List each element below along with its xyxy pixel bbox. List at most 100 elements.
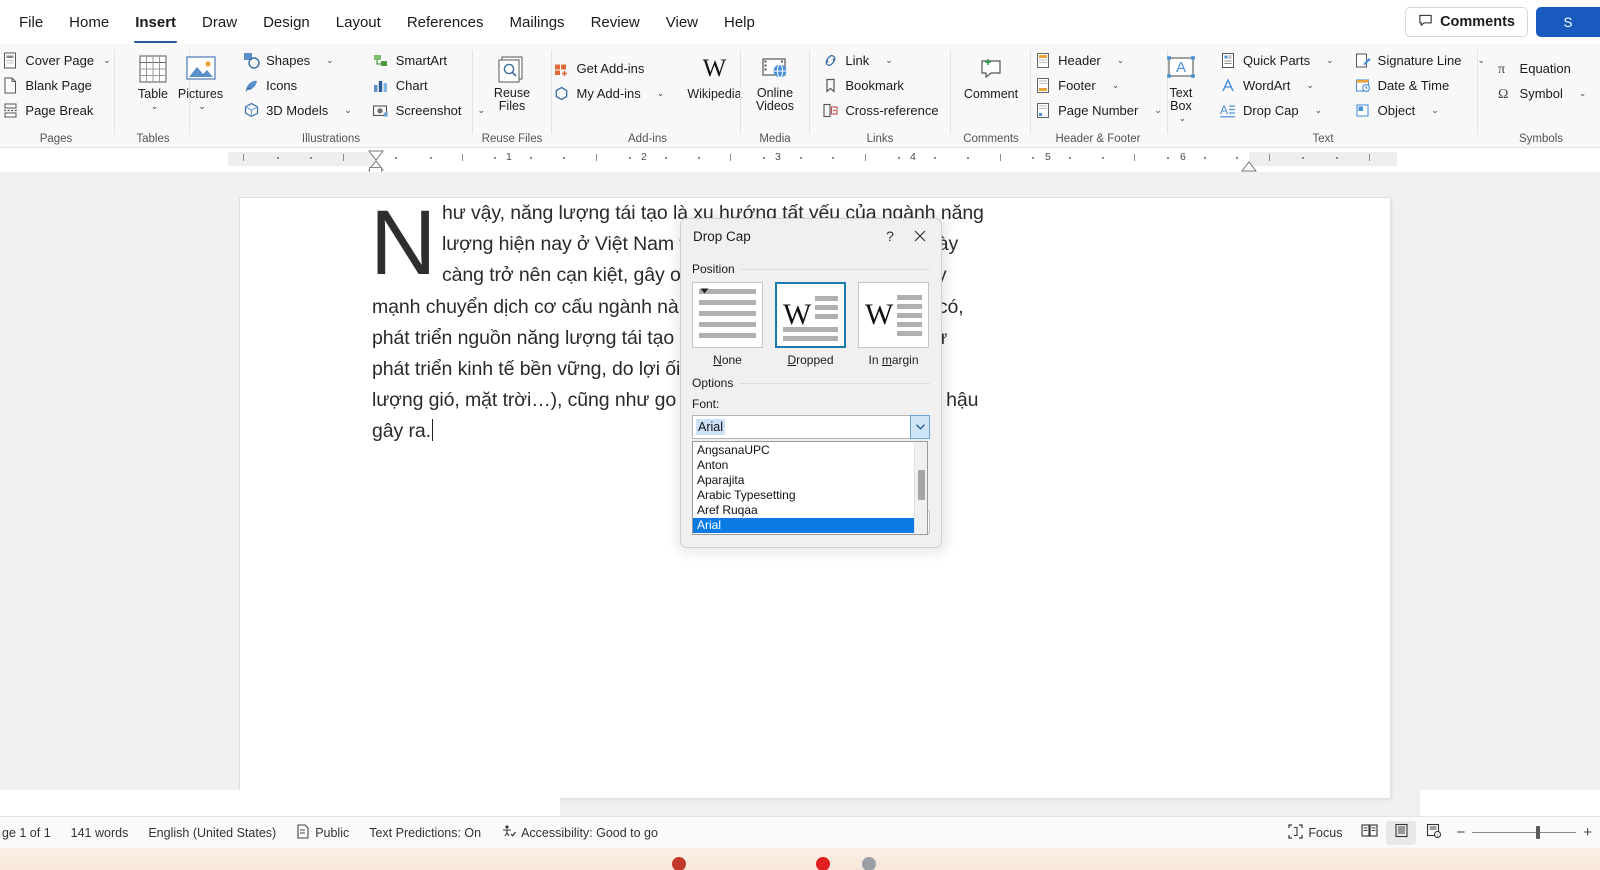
pictures-button[interactable]: Pictures ⌄ — [171, 48, 230, 115]
icons-button[interactable]: Icons — [236, 73, 358, 97]
font-option[interactable]: Anton — [693, 458, 914, 473]
chevron-down-icon[interactable]: ⌄ — [1117, 55, 1125, 66]
page-indicator[interactable]: ge 1 of 1 — [0, 820, 61, 846]
reuse-files-button[interactable]: Reuse Files — [476, 48, 548, 116]
header-button[interactable]: Header ⌄ — [1028, 48, 1168, 72]
tab-file[interactable]: File — [6, 7, 56, 37]
tab-layout[interactable]: Layout — [323, 7, 394, 37]
horizontal-ruler[interactable]: 1 2 3 4 5 6 — [0, 148, 1600, 172]
font-dropdown-list[interactable]: AngsanaUPC Anton Aparajita Arabic Typese… — [692, 441, 928, 535]
my-addins-button[interactable]: My Add-ins ⌄ — [546, 81, 670, 105]
position-option-dropped[interactable]: W Dropped — [775, 282, 846, 367]
3d-models-button[interactable]: 3D Models ⌄ — [236, 98, 358, 122]
text-box-button[interactable]: A Text Box ⌄ — [1155, 48, 1207, 127]
web-layout-button[interactable]: i — [1418, 821, 1448, 845]
position-option-in-margin[interactable]: W In margin — [858, 282, 929, 367]
chevron-down-icon[interactable]: ⌄ — [1306, 80, 1314, 91]
new-comment-button[interactable]: Comment — [957, 48, 1025, 104]
chevron-down-icon[interactable]: ⌄ — [885, 55, 893, 66]
accessibility-indicator[interactable]: Accessibility: Good to go — [491, 820, 668, 846]
print-layout-button[interactable] — [1386, 821, 1416, 845]
chevron-down-icon[interactable]: ⌄ — [344, 105, 352, 116]
position-option-none[interactable]: None — [692, 282, 763, 367]
drop-cap-button[interactable]: A Drop Cap ⌄ — [1213, 98, 1340, 122]
wordart-button[interactable]: WordArt ⌄ — [1213, 73, 1340, 97]
wikipedia-button[interactable]: W Wikipedia — [680, 48, 748, 104]
taskbar-icon[interactable] — [672, 857, 686, 870]
tab-references[interactable]: References — [394, 7, 497, 37]
zoom-thumb[interactable] — [1536, 826, 1540, 839]
tab-review[interactable]: Review — [578, 7, 653, 37]
chevron-down-icon[interactable]: ⌄ — [103, 55, 111, 66]
tab-view[interactable]: View — [653, 7, 711, 37]
font-option[interactable]: Aref Ruqaa — [693, 503, 914, 518]
position-preview-none[interactable] — [692, 282, 763, 348]
group-label-links: Links — [813, 130, 947, 148]
help-question-icon[interactable]: ? — [875, 223, 905, 249]
cross-reference-button[interactable]: Cross-reference — [815, 98, 944, 122]
get-addins-button[interactable]: Get Add-ins — [546, 56, 670, 80]
link-button[interactable]: Link ⌄ — [815, 48, 944, 72]
quick-parts-button[interactable]: Quick Parts ⌄ — [1213, 48, 1340, 72]
tab-home[interactable]: Home — [56, 7, 122, 37]
signature-line-button[interactable]: Signature Line ⌄ — [1348, 48, 1491, 72]
language-indicator[interactable]: English (United States) — [138, 820, 286, 846]
shapes-button[interactable]: Shapes ⌄ — [236, 48, 358, 72]
tab-mailings[interactable]: Mailings — [497, 7, 578, 37]
chevron-down-icon[interactable]: ⌄ — [1112, 80, 1120, 91]
position-preview-dropped[interactable]: W — [775, 282, 846, 348]
font-option[interactable]: AngsanaUPC — [693, 443, 914, 458]
online-videos-button[interactable]: Online Videos — [744, 48, 806, 116]
date-time-button[interactable]: Date & Time — [1348, 73, 1491, 97]
font-combobox-input[interactable]: Arial — [692, 415, 930, 439]
zoom-track[interactable] — [1472, 832, 1576, 833]
zoom-slider[interactable]: − + — [1456, 824, 1592, 841]
chevron-down-icon[interactable]: ⌄ — [1431, 105, 1439, 116]
chevron-down-icon[interactable] — [910, 415, 930, 439]
focus-mode-button[interactable]: Focus — [1278, 820, 1352, 846]
font-option[interactable]: Aparajita — [693, 473, 914, 488]
object-button[interactable]: Object ⌄ — [1348, 98, 1491, 122]
blank-page-button[interactable]: Blank Page — [0, 73, 117, 97]
taskbar-icon[interactable] — [816, 857, 830, 870]
tab-draw[interactable]: Draw — [189, 7, 250, 37]
equation-button[interactable]: π Equation — [1490, 56, 1593, 80]
font-option[interactable]: Arabic Typesetting — [693, 488, 914, 503]
page-number-button[interactable]: Page Number ⌄ — [1028, 98, 1168, 122]
chart-icon — [372, 76, 390, 94]
word-count[interactable]: 141 words — [61, 820, 139, 846]
page-break-button[interactable]: Page Break — [0, 98, 117, 122]
position-preview-in-margin[interactable]: W — [858, 282, 929, 348]
chevron-down-icon[interactable]: ⌄ — [1315, 105, 1323, 116]
cover-page-button[interactable]: Cover Page ⌄ — [0, 48, 117, 72]
chevron-down-icon[interactable]: ⌄ — [657, 88, 665, 99]
chevron-down-icon[interactable]: ⌄ — [326, 55, 334, 66]
zoom-out-button[interactable]: − — [1456, 824, 1465, 841]
share-button[interactable]: S — [1536, 7, 1600, 37]
tab-design[interactable]: Design — [250, 7, 323, 37]
bookmark-button[interactable]: Bookmark — [815, 73, 944, 97]
chevron-down-icon[interactable]: ⌄ — [1579, 88, 1587, 99]
tab-insert[interactable]: Insert — [122, 7, 189, 37]
tab-help[interactable]: Help — [711, 7, 768, 37]
font-option-selected[interactable]: Arial — [693, 518, 914, 533]
zoom-in-button[interactable]: + — [1583, 824, 1592, 841]
chevron-down-icon[interactable]: ⌄ — [1326, 55, 1334, 66]
scrollbar-thumb[interactable] — [918, 470, 925, 500]
taskbar-icon[interactable] — [862, 857, 876, 870]
text-predictions-indicator[interactable]: Text Predictions: On — [359, 820, 491, 846]
chevron-down-icon[interactable]: ⌄ — [151, 101, 159, 112]
right-indent-marker[interactable] — [1241, 160, 1257, 172]
screenshot-label: Screenshot — [396, 103, 462, 118]
drop-cap-dialog[interactable]: Drop Cap ? Position — [680, 218, 942, 548]
comments-button[interactable]: Comments — [1405, 7, 1528, 37]
chevron-down-icon[interactable]: ⌄ — [198, 101, 206, 112]
read-mode-button[interactable] — [1354, 821, 1384, 845]
chevron-down-icon[interactable]: ⌄ — [1179, 113, 1187, 124]
symbol-button[interactable]: Ω Symbol ⌄ — [1490, 81, 1593, 105]
footer-button[interactable]: Footer ⌄ — [1028, 73, 1168, 97]
close-x-icon[interactable] — [905, 223, 935, 249]
sensitivity-indicator[interactable]: Public — [286, 820, 359, 846]
dropdown-scrollbar[interactable] — [914, 442, 927, 534]
font-combobox[interactable]: Arial — [692, 415, 930, 439]
